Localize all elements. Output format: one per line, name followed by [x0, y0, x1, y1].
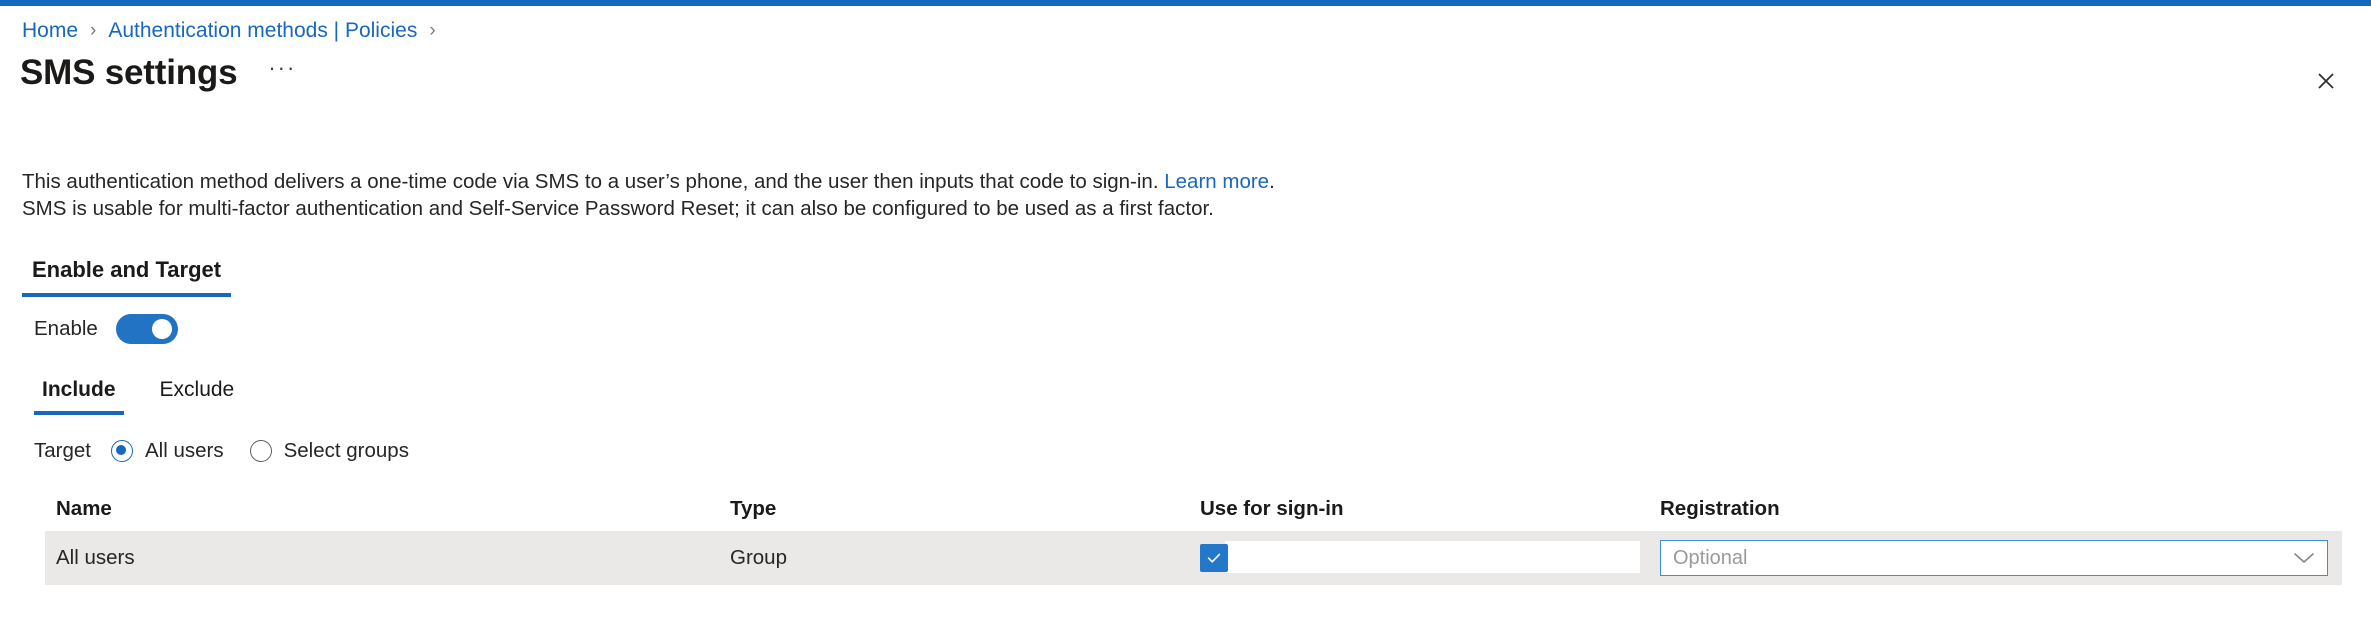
breadcrumb-item-home[interactable]: Home — [22, 19, 78, 43]
radio-select-groups[interactable]: Select groups — [249, 439, 409, 463]
table-header-row: Name Type Use for sign-in Registration — [45, 487, 2342, 531]
column-header-name: Name — [56, 497, 112, 520]
signin-control-group — [1200, 541, 1640, 575]
breadcrumb: Home › Authentication methods | Policies… — [22, 16, 448, 46]
tab-include[interactable]: Include — [34, 375, 124, 415]
cell-type: Group — [730, 546, 787, 569]
description-line-1-part-2: . — [1269, 170, 1275, 193]
enable-toggle-row: Enable — [34, 314, 178, 344]
enable-toggle[interactable] — [115, 314, 178, 344]
column-header-registration: Registration — [1660, 497, 1780, 520]
table-row[interactable]: All users Group Optional — [45, 531, 2342, 585]
column-header-type: Type — [730, 497, 777, 520]
description-line-1-part-1: This authentication method delivers a on… — [22, 170, 1165, 193]
secondary-tabs: Include Exclude — [34, 375, 270, 415]
sms-settings-blade: Home › Authentication methods | Policies… — [0, 0, 2371, 643]
breadcrumb-separator-icon: › — [429, 19, 436, 41]
page-title: SMS settings — [20, 53, 238, 92]
learn-more-link[interactable]: Learn more — [1164, 170, 1269, 193]
radio-mark-icon — [249, 440, 272, 462]
breadcrumb-separator-icon: › — [90, 19, 97, 41]
target-row: Target All users Select groups — [34, 439, 435, 463]
description-text: This authentication method delivers a on… — [22, 168, 1472, 222]
column-header-use-for-signin: Use for sign-in — [1200, 497, 1344, 520]
radio-select-groups-label: Select groups — [283, 439, 409, 462]
registration-dropdown-value: Optional — [1673, 546, 1748, 569]
primary-tabs: Enable and Target — [22, 253, 232, 297]
target-grid: Name Type Use for sign-in Registration A… — [45, 487, 2342, 585]
ellipsis-icon[interactable]: ··· — [265, 56, 299, 90]
cell-registration: Optional — [1660, 540, 2342, 576]
radio-all-users[interactable]: All users — [110, 439, 224, 463]
toggle-knob — [151, 319, 172, 339]
blade-accent-bar — [0, 0, 2371, 6]
registration-dropdown[interactable]: Optional — [1660, 540, 2328, 576]
tab-enable-and-target[interactable]: Enable and Target — [22, 253, 232, 297]
target-label: Target — [34, 439, 91, 462]
close-icon[interactable] — [2307, 62, 2345, 100]
enable-label: Enable — [34, 317, 98, 340]
radio-all-users-label: All users — [144, 439, 224, 462]
blade-title-row: SMS settings ··· — [20, 50, 299, 96]
description-line-2: SMS is usable for multi-factor authentic… — [22, 197, 1214, 220]
chevron-down-icon — [2293, 551, 2315, 565]
breadcrumb-item-authentication-methods[interactable]: Authentication methods | Policies — [108, 19, 417, 43]
signin-field-background — [1225, 541, 1640, 573]
tab-exclude[interactable]: Exclude — [152, 375, 243, 415]
cell-name: All users — [56, 546, 135, 569]
use-for-signin-checkbox[interactable] — [1200, 544, 1228, 572]
radio-mark-icon — [110, 440, 133, 462]
cell-use-for-signin — [1200, 541, 1660, 575]
